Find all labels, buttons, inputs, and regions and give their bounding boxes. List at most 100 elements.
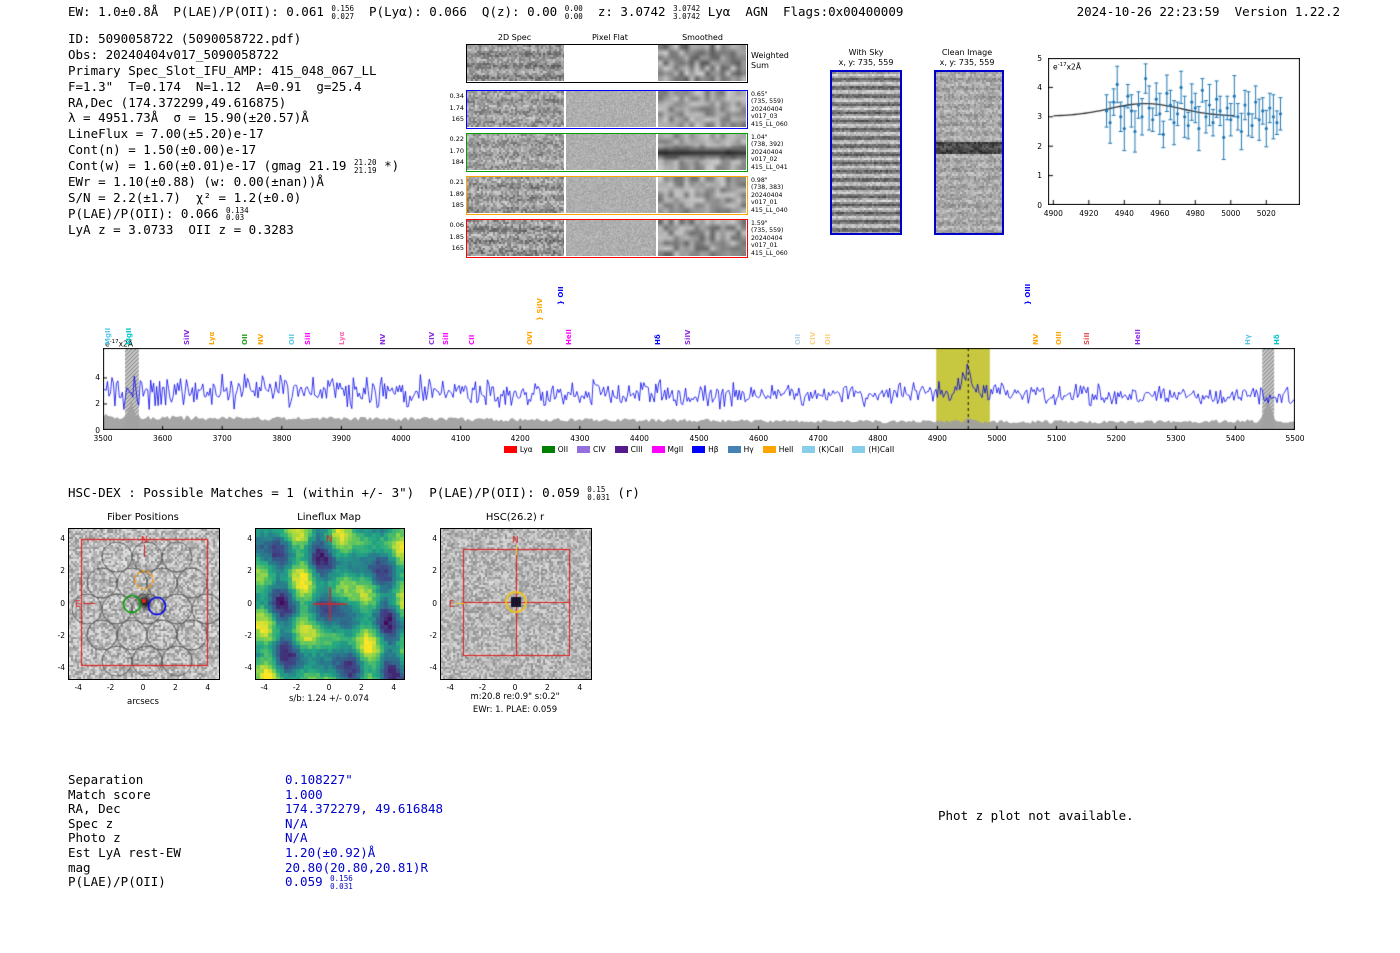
emission-line-label: Hδ — [1272, 334, 1281, 345]
spectrum-x-tick-label: 4600 — [749, 434, 769, 443]
info-line: Cont(n) = 1.50(±0.00)e-17 — [68, 142, 399, 158]
zoom-y-tick-label: 4 — [1037, 82, 1042, 92]
spectrum-x-tick-label: 4400 — [629, 434, 649, 443]
text-run: Primary Spec_Slot_IFU_AMP: 415_048_067_L… — [68, 62, 377, 78]
row-weight-value: 1.70 — [449, 146, 464, 155]
cutout-x-tick-label: 2 — [173, 683, 178, 692]
text-run: HSC-DEX : Possible Matches = 1 (within +… — [68, 485, 588, 500]
line-fit-zoom-plot — [1048, 58, 1300, 205]
legend-swatch — [541, 446, 555, 453]
row-weight-labels: 0.06 1.85 165 — [440, 220, 464, 255]
spectrum-x-tick-label: 5300 — [1166, 434, 1186, 443]
match-field-value: 20.80(20.80,20.81)R — [285, 860, 428, 876]
match-field-value: 0.108227" — [285, 772, 353, 788]
stacked-fraction: 0.00 0.00 — [565, 5, 583, 20]
cutout-y-tick-label: -2 — [429, 630, 437, 640]
smoothed-image — [658, 134, 746, 170]
row-weight-value: 0.06 — [449, 221, 464, 229]
smoothed-image — [658, 177, 746, 213]
row-weight-value: 0.22 — [449, 135, 464, 143]
spec2d-col-title-pixelflat: Pixel Flat — [592, 33, 628, 42]
match-field-label: Est LyA rest-EW — [68, 845, 181, 860]
pixel-flat-image — [566, 220, 656, 256]
spectrum-x-tick-label: 3800 — [272, 434, 292, 443]
row-annotation-line: 0.98" — [751, 177, 768, 184]
flux-label-exponent: -17 — [1057, 62, 1067, 68]
photz-note: Phot z plot not available. — [938, 808, 1134, 823]
emission-line-label: NV — [256, 333, 265, 345]
info-line: RA,Dec (174.372299,49.616875) — [68, 95, 399, 111]
cutout-x-tick-label: 0 — [140, 683, 146, 692]
emission-line-label: SiIV — [684, 329, 693, 345]
cutout-x-tick-label: -4 — [446, 683, 454, 692]
spectrum-x-tick-label: 3500 — [93, 434, 113, 443]
emission-line-label: SiII — [1083, 332, 1092, 345]
info-line: LineFlux = 7.00(±5.20)e-17 — [68, 126, 399, 142]
stacked-fraction: 0.156 0.027 — [331, 5, 354, 20]
cutout-x-tick-label: 0 — [326, 683, 332, 692]
spectrum-x-tick-label: 5000 — [987, 434, 1007, 443]
clean-image-coords: x, y: 735, 559 — [939, 57, 995, 67]
row-annotation-line: (738, 392) — [751, 141, 784, 149]
emission-line-label: NV — [1031, 333, 1040, 345]
stacked-fraction: 0.134 0.03 — [226, 207, 249, 222]
emission-line-label: Hδ — [654, 334, 663, 345]
spec2d-row — [466, 176, 748, 215]
spectrum-x-tick-label: 4200 — [510, 434, 530, 443]
spec2d-image — [467, 91, 564, 127]
smoothed-image — [658, 91, 746, 127]
cutout-y-tick-label: 4 — [432, 533, 437, 543]
clean-image — [934, 70, 1004, 235]
emission-line-label: SiII — [442, 332, 451, 345]
cutout-y-tick-label: 0 — [247, 598, 252, 608]
info-line: Primary Spec_Slot_IFU_AMP: 415_048_067_L… — [68, 63, 399, 79]
spectrum-x-tick-label: 4900 — [927, 434, 947, 443]
zoom-flux-units-label: e-17x2Å — [1053, 62, 1081, 72]
emission-line-label: CII — [468, 334, 477, 345]
row-weight-value: 1.89 — [449, 189, 464, 198]
match-field-value: 1.20(±0.92)Å — [285, 845, 375, 861]
legend-item: (H)CaII — [852, 445, 894, 454]
match-field-label: RA, Dec — [68, 801, 121, 817]
text-run: ID: 5090058722 (5090058722.pdf) — [68, 31, 302, 46]
row-annotation: 1.59" (735, 559) 20240404 v017_01 415_LL_060 — [751, 220, 797, 257]
emission-line-label: MgII — [125, 327, 134, 345]
match-field-label: Separation — [68, 772, 144, 787]
row-weight-value: 0.21 — [449, 178, 464, 186]
cutout-x-tick-label: -4 — [260, 683, 268, 692]
row-weight-value: 185 — [451, 201, 464, 209]
cutout-y-tick-label: -2 — [57, 630, 65, 640]
emission-line-label: Lyα — [338, 331, 347, 345]
emission-line-label: OVI — [525, 331, 534, 345]
emission-line-label: Lyα — [207, 331, 216, 345]
emission-line-label: MgII — [104, 327, 113, 345]
legend-label: (K)CaII — [818, 445, 844, 454]
row-weight-value: 1.74 — [449, 103, 464, 112]
zoom-x-tick-label: 4920 — [1079, 209, 1099, 218]
stacked-fraction: 0.15 0.031 — [587, 486, 610, 501]
zoom-y-tick-label: 5 — [1037, 53, 1042, 63]
flux-label-suffix: x2Å — [1066, 62, 1081, 72]
info-line: λ = 4951.73Å σ = 15.90(±20.57)Å — [68, 110, 399, 126]
text-run: Cont(n) = 1.50(±0.00)e-17 — [68, 142, 257, 158]
zoom-x-tick-label: 4980 — [1185, 209, 1205, 218]
text-run: 1.20(±0.92)Å — [285, 845, 376, 860]
row-annotation-line: (735, 559) — [751, 98, 784, 106]
fraction-bottom: 21.19 — [353, 165, 377, 175]
row-annotation: Weighted Sum — [751, 51, 797, 70]
spec2d-col-title-smoothed: Smoothed — [682, 33, 723, 42]
pixel-flat-image — [566, 177, 656, 213]
match-field-label: P(LAE)/P(OII) — [68, 874, 166, 890]
emission-line-label: } OII — [556, 286, 565, 305]
info-line: P(LAE)/P(OII): 0.066 0.134 0.03 — [68, 206, 399, 222]
text-run: Cont(w) = 1.60(±0.01)e-17 (gmag 21.19 — [68, 158, 354, 174]
detection-info-block: ID: 5090058722 (5090058722.pdf) Obs: 2024… — [68, 31, 399, 238]
legend-label: OII — [557, 445, 569, 454]
smoothed-image — [658, 220, 746, 256]
emission-line-label: CIV — [427, 331, 436, 345]
info-line: Cont(w) = 1.60(±0.01)e-17 (gmag 21.19 21… — [68, 158, 399, 174]
emission-line-label: HeII — [564, 329, 573, 345]
emission-line-label: OII — [288, 333, 297, 345]
spec2d-image — [467, 177, 564, 213]
legend-item: CIV — [577, 445, 606, 454]
